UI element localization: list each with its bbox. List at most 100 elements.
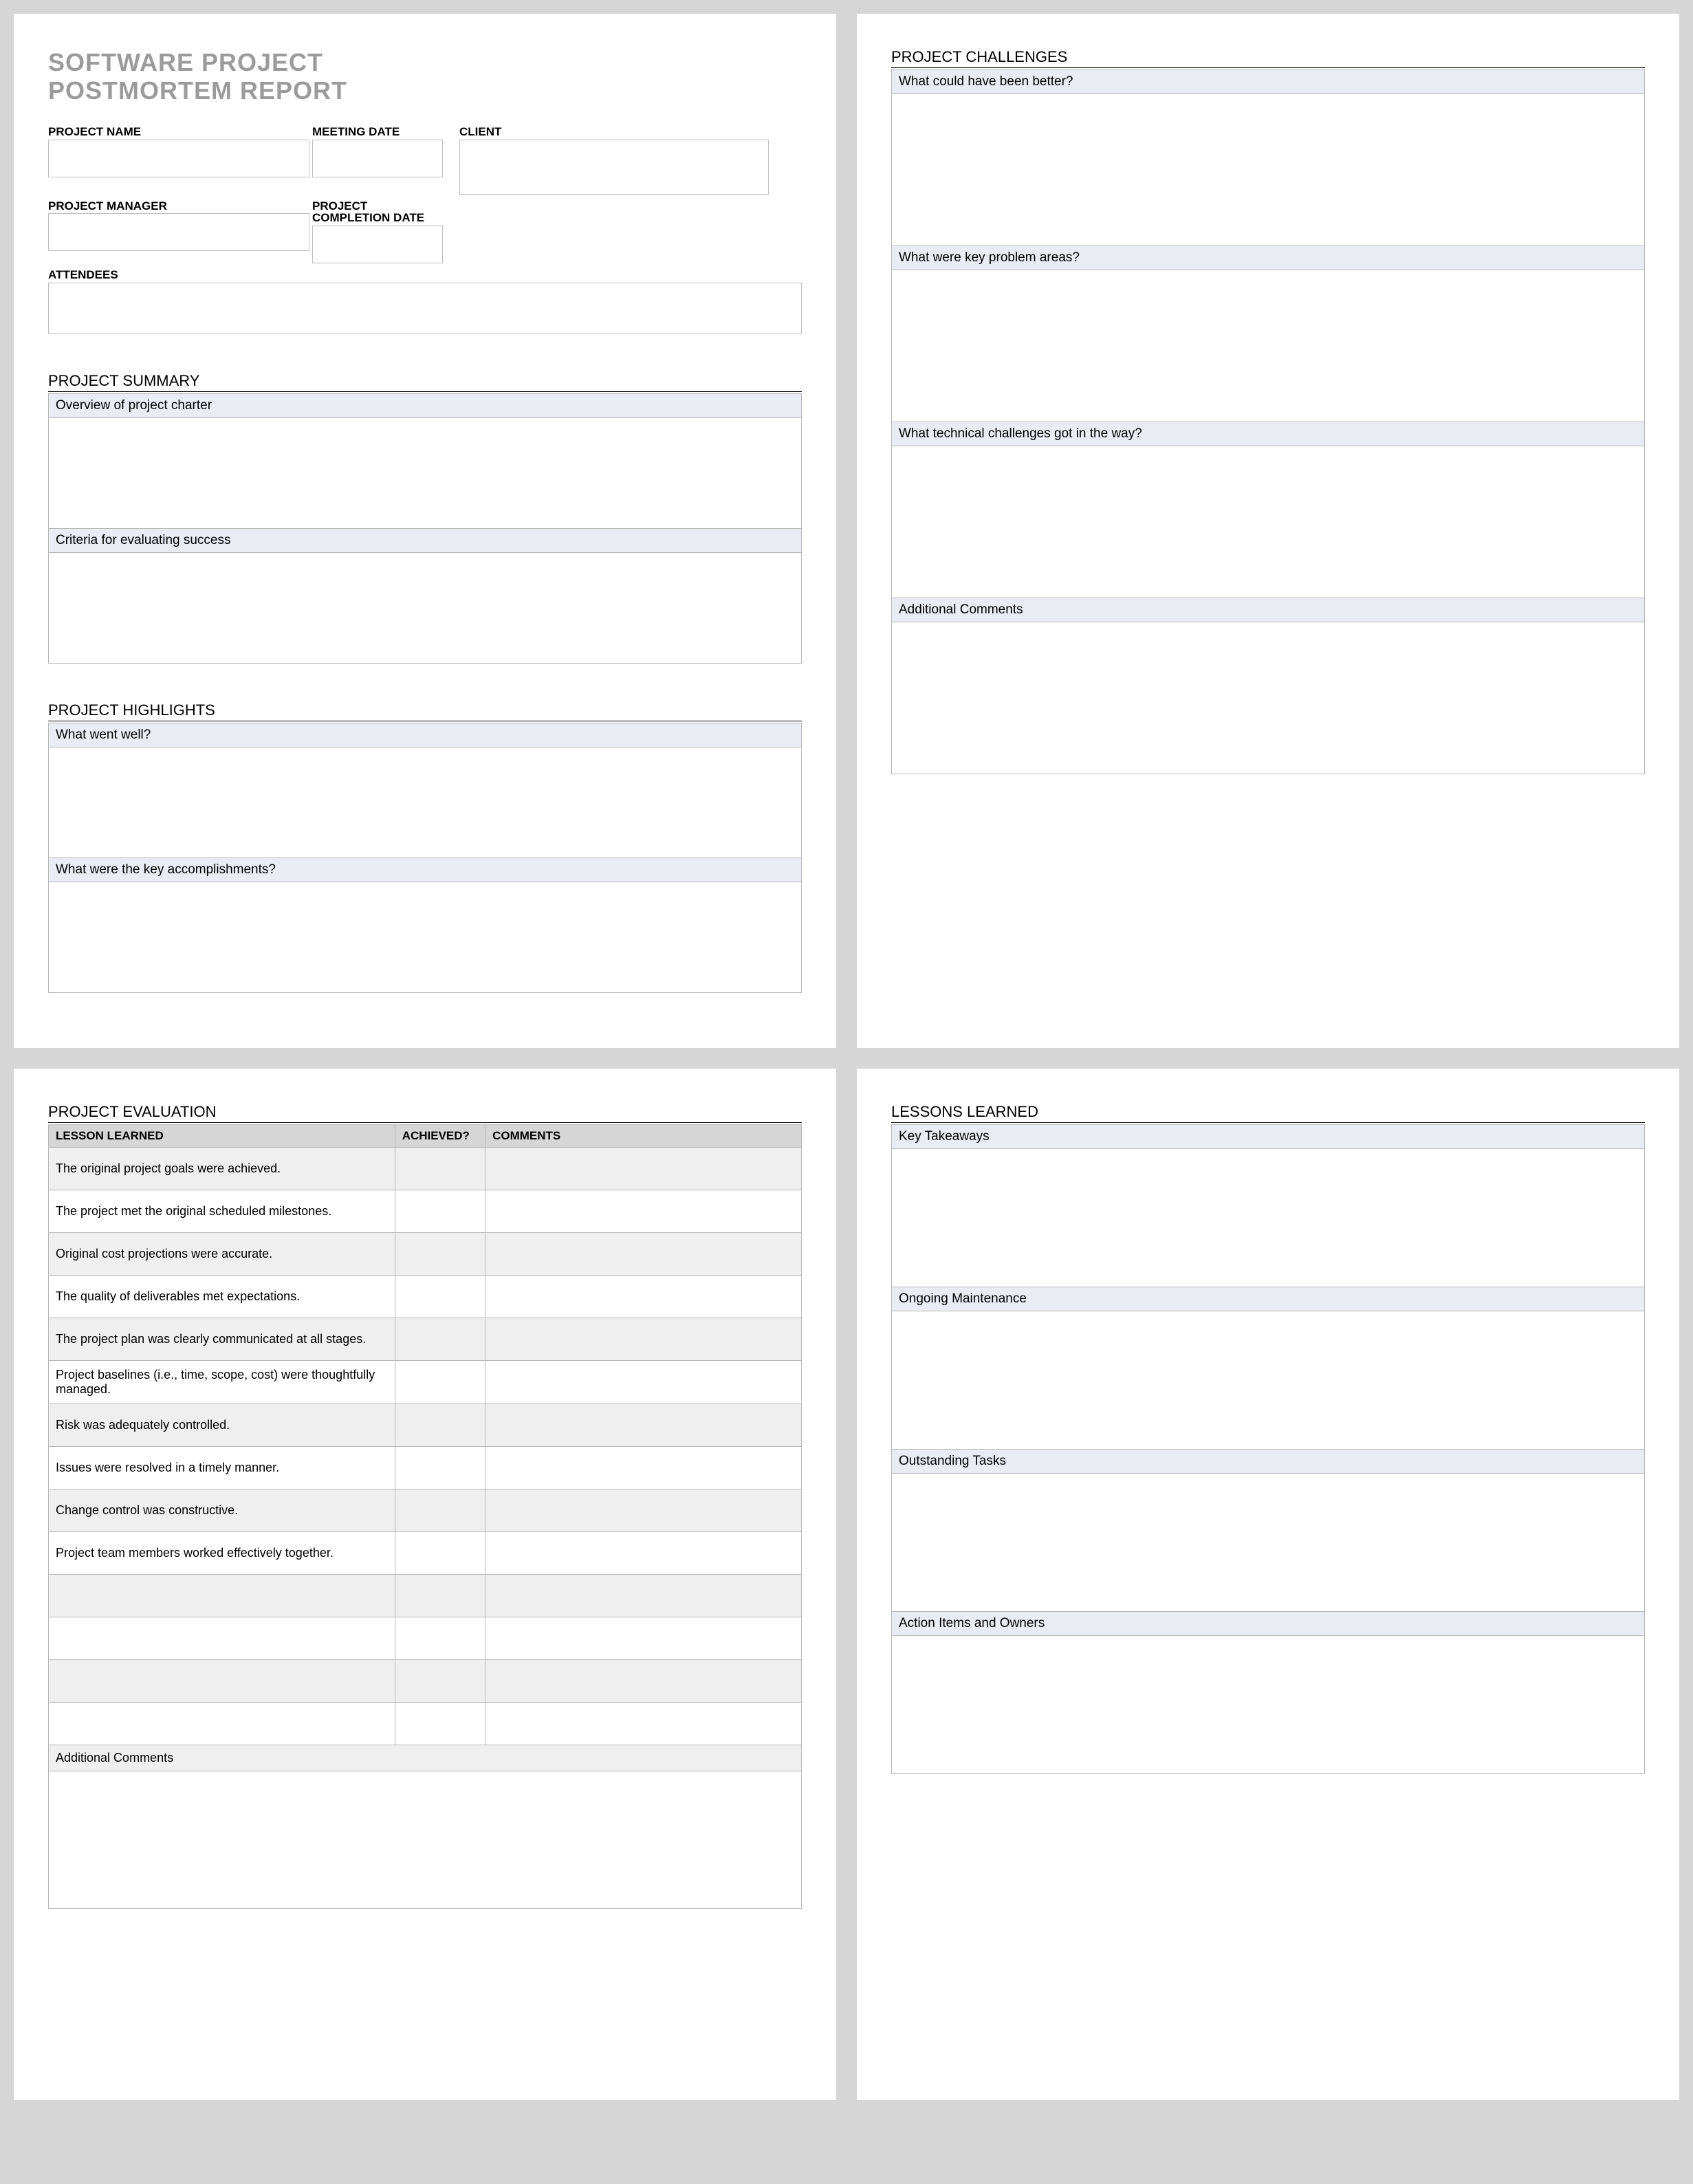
eval-achieved-cell[interactable] xyxy=(395,1489,485,1532)
eval-achieved-cell[interactable] xyxy=(395,1190,485,1233)
input-completion-date[interactable] xyxy=(312,226,443,263)
eval-achieved-cell[interactable] xyxy=(395,1703,485,1745)
challenges-q4-label: Additional Comments xyxy=(892,598,1644,622)
table-row: The project met the original scheduled m… xyxy=(49,1190,802,1233)
table-row xyxy=(49,1660,802,1703)
page-1: SOFTWARE PROJECT POSTMORTEM REPORT PROJE… xyxy=(14,14,836,1048)
eval-lesson-cell: Project baselines (i.e., time, scope, co… xyxy=(49,1361,395,1404)
eval-comments-cell[interactable] xyxy=(485,1233,802,1276)
eval-comments-cell[interactable] xyxy=(485,1532,802,1575)
eval-comments-cell[interactable] xyxy=(485,1660,802,1703)
eval-achieved-cell[interactable] xyxy=(395,1361,485,1404)
input-client[interactable] xyxy=(459,140,769,195)
table-row: Project team members worked effectively … xyxy=(49,1532,802,1575)
label-project-manager: PROJECT MANAGER xyxy=(48,200,309,212)
eval-comments-cell[interactable] xyxy=(485,1361,802,1404)
meta-row-2: PROJECT MANAGER PROJECT COMPLETION DATE xyxy=(48,200,802,264)
challenges-q1-label: What could have been better? xyxy=(892,70,1644,94)
eval-lesson-cell: Original cost projections were accurate. xyxy=(49,1233,395,1276)
eval-achieved-cell[interactable] xyxy=(395,1447,485,1489)
eval-lesson-cell xyxy=(49,1617,395,1660)
challenges-q3-input[interactable] xyxy=(892,446,1644,598)
lessons-q4-input[interactable] xyxy=(892,1636,1644,1773)
label-attendees: ATTENDEES xyxy=(48,269,802,281)
eval-comments-cell[interactable] xyxy=(485,1703,802,1745)
eval-achieved-cell[interactable] xyxy=(395,1318,485,1361)
page-3: PROJECT EVALUATION LESSON LEARNED ACHIEV… xyxy=(14,1069,836,2100)
eval-achieved-cell[interactable] xyxy=(395,1617,485,1660)
report-title: SOFTWARE PROJECT POSTMORTEM REPORT xyxy=(48,48,802,105)
eval-comments-cell[interactable] xyxy=(485,1404,802,1447)
input-project-manager[interactable] xyxy=(48,213,309,251)
eval-addl-input[interactable] xyxy=(48,1771,802,1909)
eval-comments-cell[interactable] xyxy=(485,1617,802,1660)
eval-lesson-cell: Change control was constructive. xyxy=(49,1489,395,1532)
input-attendees[interactable] xyxy=(48,283,802,334)
summary-q2-input[interactable] xyxy=(49,553,801,663)
eval-achieved-cell[interactable] xyxy=(395,1660,485,1703)
eval-comments-cell[interactable] xyxy=(485,1489,802,1532)
table-row xyxy=(49,1617,802,1660)
table-row: The project plan was clearly communicate… xyxy=(49,1318,802,1361)
lessons-q1-input[interactable] xyxy=(892,1149,1644,1287)
eval-achieved-cell[interactable] xyxy=(395,1575,485,1617)
eval-achieved-cell[interactable] xyxy=(395,1233,485,1276)
evaluation-table: LESSON LEARNED ACHIEVED? COMMENTS The or… xyxy=(48,1124,802,1745)
eval-achieved-cell[interactable] xyxy=(395,1404,485,1447)
summary-q2-label: Criteria for evaluating success xyxy=(49,529,801,553)
table-row: Project baselines (i.e., time, scope, co… xyxy=(49,1361,802,1404)
lessons-q2-label: Ongoing Maintenance xyxy=(892,1287,1644,1311)
eval-lesson-cell xyxy=(49,1703,395,1745)
page-2: PROJECT CHALLENGES What could have been … xyxy=(857,14,1679,1048)
lessons-q3-input[interactable] xyxy=(892,1474,1644,1611)
summary-q1-input[interactable] xyxy=(49,418,801,528)
lessons-q2-input[interactable] xyxy=(892,1311,1644,1449)
eval-comments-cell[interactable] xyxy=(485,1190,802,1233)
table-row: Issues were resolved in a timely manner. xyxy=(49,1447,802,1489)
input-project-name[interactable] xyxy=(48,140,309,177)
eval-lesson-cell: The quality of deliverables met expectat… xyxy=(49,1276,395,1318)
heading-project-evaluation: PROJECT EVALUATION xyxy=(48,1103,802,1123)
challenges-q3-label: What technical challenges got in the way… xyxy=(892,422,1644,446)
eval-col-comments: COMMENTS xyxy=(485,1125,802,1148)
lessons-q1-label: Key Takeaways xyxy=(892,1125,1644,1149)
lessons-q4-label: Action Items and Owners xyxy=(892,1612,1644,1636)
eval-lesson-cell: Project team members worked effectively … xyxy=(49,1532,395,1575)
table-row: Risk was adequately controlled. xyxy=(49,1404,802,1447)
eval-lesson-cell xyxy=(49,1575,395,1617)
eval-col-lesson: LESSON LEARNED xyxy=(49,1125,395,1148)
challenges-q4-input[interactable] xyxy=(892,622,1644,774)
eval-achieved-cell[interactable] xyxy=(395,1276,485,1318)
eval-comments-cell[interactable] xyxy=(485,1318,802,1361)
heading-project-summary: PROJECT SUMMARY xyxy=(48,372,802,392)
heading-lessons-learned: LESSONS LEARNED xyxy=(891,1103,1645,1123)
eval-lesson-cell: Issues were resolved in a timely manner. xyxy=(49,1447,395,1489)
eval-comments-cell[interactable] xyxy=(485,1276,802,1318)
eval-achieved-cell[interactable] xyxy=(395,1148,485,1190)
highlights-q2-label: What were the key accomplishments? xyxy=(49,858,801,882)
eval-lesson-cell: The project met the original scheduled m… xyxy=(49,1190,395,1233)
eval-comments-cell[interactable] xyxy=(485,1575,802,1617)
eval-lesson-cell: The project plan was clearly communicate… xyxy=(49,1318,395,1361)
eval-comments-cell[interactable] xyxy=(485,1148,802,1190)
challenges-q2-input[interactable] xyxy=(892,270,1644,422)
highlights-q1-label: What went well? xyxy=(49,723,801,747)
label-project-name: PROJECT NAME xyxy=(48,126,309,138)
page-4: LESSONS LEARNED Key Takeaways Ongoing Ma… xyxy=(857,1069,1679,2100)
table-row: Original cost projections were accurate. xyxy=(49,1233,802,1276)
input-meeting-date[interactable] xyxy=(312,140,443,177)
highlights-q2-input[interactable] xyxy=(49,882,801,992)
challenges-q2-label: What were key problem areas? xyxy=(892,246,1644,270)
meta-row-1: PROJECT NAME MEETING DATE CLIENT xyxy=(48,126,802,195)
eval-addl-label: Additional Comments xyxy=(48,1745,802,1771)
challenges-q1-input[interactable] xyxy=(892,94,1644,245)
table-row: Change control was constructive. xyxy=(49,1489,802,1532)
eval-achieved-cell[interactable] xyxy=(395,1532,485,1575)
summary-q1-label: Overview of project charter xyxy=(49,394,801,418)
eval-lesson-cell: Risk was adequately controlled. xyxy=(49,1404,395,1447)
eval-lesson-cell xyxy=(49,1660,395,1703)
heading-project-highlights: PROJECT HIGHLIGHTS xyxy=(48,701,802,721)
eval-col-achieved: ACHIEVED? xyxy=(395,1125,485,1148)
eval-comments-cell[interactable] xyxy=(485,1447,802,1489)
highlights-q1-input[interactable] xyxy=(49,747,801,858)
